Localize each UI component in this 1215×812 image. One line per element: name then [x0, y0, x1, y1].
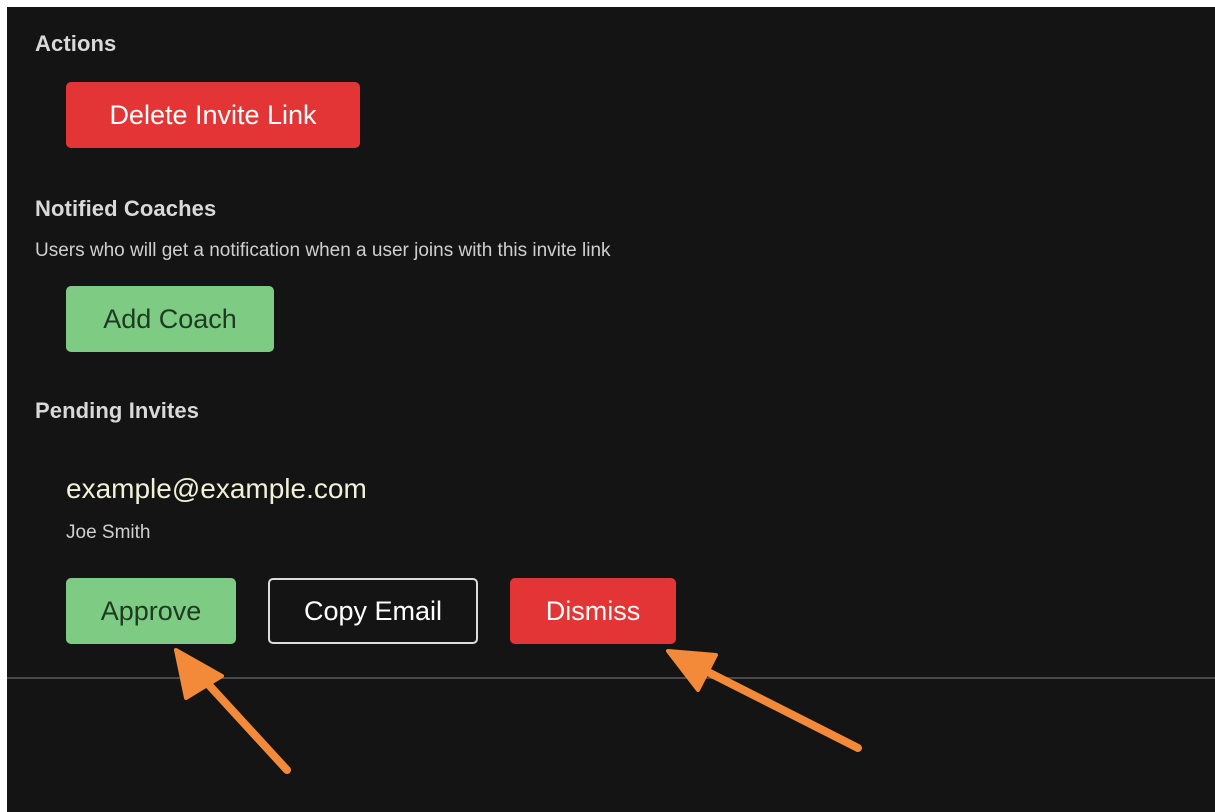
section-divider: [7, 677, 1215, 679]
delete-invite-link-button[interactable]: Delete Invite Link: [66, 82, 360, 148]
pending-invites-heading: Pending Invites: [35, 398, 200, 423]
invite-email: example@example.com: [66, 473, 367, 504]
invite-link-panel: Actions Delete Invite Link Notified Coac…: [7, 7, 1215, 812]
invite-name: Joe Smith: [66, 522, 151, 543]
dismiss-button[interactable]: Dismiss: [510, 578, 676, 644]
approve-button[interactable]: Approve: [66, 578, 236, 644]
copy-email-button[interactable]: Copy Email: [268, 578, 478, 644]
notified-coaches-description: Users who will get a notification when a…: [35, 240, 611, 261]
notified-coaches-heading: Notified Coaches: [35, 196, 217, 221]
add-coach-button[interactable]: Add Coach: [66, 286, 274, 352]
actions-heading: Actions: [35, 31, 117, 56]
